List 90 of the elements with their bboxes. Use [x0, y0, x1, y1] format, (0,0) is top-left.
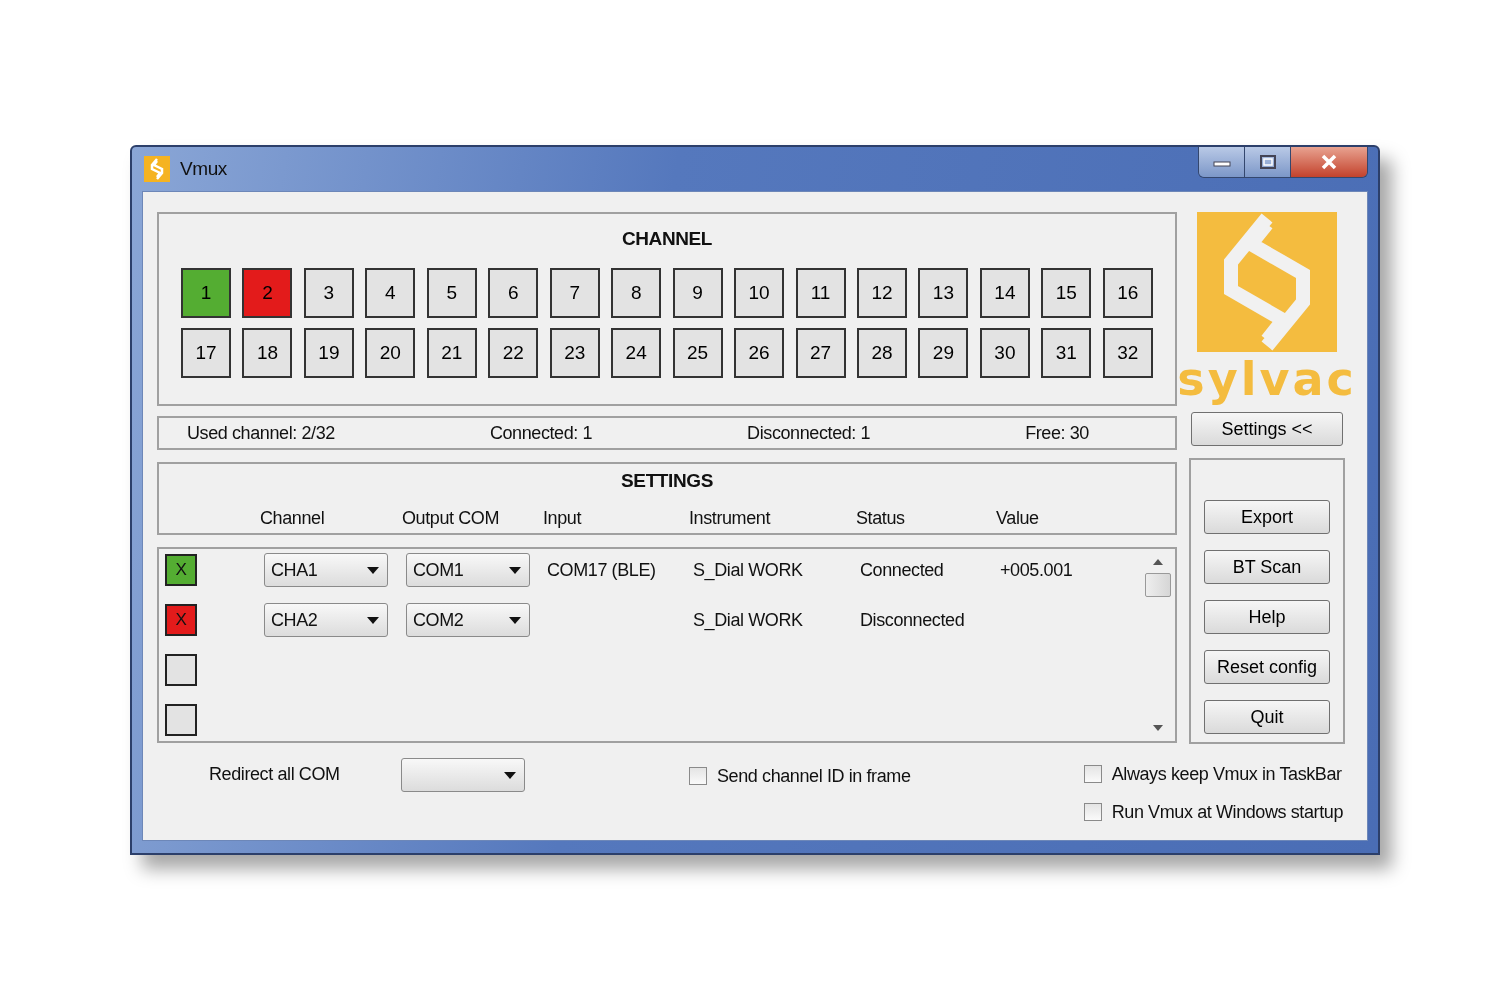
action-button[interactable]: BT Scan	[1204, 550, 1330, 584]
checkbox[interactable]	[1083, 803, 1102, 821]
maximize-icon	[1258, 154, 1277, 170]
channel-button[interactable]: 10	[734, 268, 785, 318]
channel-dropdown[interactable]: CHA2	[264, 603, 388, 637]
logo-text: sylvac	[1177, 352, 1357, 406]
redirect-dropdown[interactable]	[401, 758, 525, 792]
status-text: Connected	[860, 559, 944, 580]
caret-icon	[509, 567, 521, 574]
action-button[interactable]: Quit	[1204, 700, 1330, 734]
channel-button[interactable]: 3	[303, 268, 354, 318]
channel-button[interactable]: 15	[1041, 268, 1092, 318]
channel-button[interactable]: 11	[795, 268, 846, 318]
s-logo-icon	[1197, 212, 1337, 352]
caret-icon	[367, 567, 379, 574]
caret-icon	[367, 617, 379, 624]
close-button[interactable]	[1291, 147, 1367, 177]
channel-button[interactable]: 17	[181, 328, 231, 378]
channel-button[interactable]: 24	[611, 328, 662, 378]
option-label: Always keep Vmux in TaskBar	[1111, 763, 1342, 785]
channel-button[interactable]: 18	[242, 328, 293, 378]
summary-text: Disconnected: 1	[747, 422, 871, 444]
option-checkbox[interactable]: Run Vmux at Windows startup	[1083, 796, 1343, 828]
channel-button[interactable]: 9	[672, 268, 723, 318]
output-com-dropdown[interactable]: COM2	[406, 603, 530, 637]
channel-button[interactable]: 28	[857, 328, 907, 378]
channel-button[interactable]: 6	[488, 268, 539, 318]
column-header: Input	[543, 508, 583, 529]
column-header: Output COM	[402, 508, 501, 529]
channel-button[interactable]: 29	[918, 328, 969, 378]
channel-button[interactable]: 32	[1102, 328, 1153, 378]
channel-button[interactable]: 31	[1041, 328, 1092, 378]
channel-button[interactable]: 2	[242, 268, 293, 318]
channel-button[interactable]: 8	[611, 268, 662, 318]
channel-button[interactable]: 23	[549, 328, 600, 378]
channel-button[interactable]: 5	[426, 268, 477, 318]
app-logo-icon	[144, 156, 170, 182]
scroll-down-icon	[1153, 725, 1163, 731]
instrument-text: S_Dial WORK	[693, 559, 803, 580]
option-label: Send channel ID in frame	[717, 765, 911, 787]
checkbox[interactable]	[689, 767, 707, 785]
summary-text: Free: 30	[1025, 422, 1089, 444]
summary-text: Used channel: 2/32	[187, 422, 335, 444]
value-text: +005.001	[1000, 559, 1073, 580]
close-icon	[1320, 154, 1338, 170]
instrument-text: S_Dial WORK	[693, 609, 803, 630]
checkbox[interactable]	[1083, 765, 1102, 783]
channel-button[interactable]: 30	[979, 328, 1030, 378]
channel-button[interactable]: 27	[795, 328, 846, 378]
panel-title: CHANNEL	[620, 228, 714, 250]
scroll-thumb[interactable]	[1145, 573, 1171, 597]
settings-toggle-button[interactable]: Settings <<	[1191, 412, 1343, 446]
action-button[interactable]: Export	[1204, 500, 1330, 534]
redirect-label: Redirect all COM	[209, 764, 341, 785]
option-label: Run Vmux at Windows startup	[1111, 801, 1343, 823]
option-checkbox[interactable]: Send channel ID in frame	[689, 760, 911, 792]
channel-button[interactable]: 26	[734, 328, 785, 378]
caret-icon	[504, 772, 516, 779]
channel-button[interactable]: 21	[426, 328, 477, 378]
column-header: Value	[996, 508, 1040, 529]
summary-text: Connected: 1	[489, 422, 593, 444]
status-text: Disconnected	[860, 609, 965, 630]
channel-button[interactable]: 22	[488, 328, 539, 378]
status-indicator: X	[165, 604, 197, 636]
channel-button[interactable]: 25	[672, 328, 723, 378]
channel-button[interactable]: 12	[857, 268, 907, 318]
channel-button[interactable]: 19	[303, 328, 354, 378]
maximize-button[interactable]	[1245, 147, 1291, 177]
channel-button[interactable]: 14	[979, 268, 1030, 318]
channel-dropdown[interactable]: CHA1	[264, 553, 388, 587]
channel-button[interactable]: 4	[365, 268, 416, 318]
minimize-button[interactable]	[1199, 147, 1245, 177]
channel-button[interactable]: 1	[181, 268, 231, 318]
column-header: Status	[856, 508, 906, 529]
input-text: COM17 (BLE)	[547, 559, 656, 580]
panel-title: SETTINGS	[620, 470, 714, 492]
window-title: Vmux	[180, 158, 227, 180]
scroll-up-icon	[1153, 559, 1163, 565]
option-checkbox[interactable]: Always keep Vmux in TaskBar	[1083, 758, 1343, 790]
column-header: Channel	[260, 508, 326, 529]
channel-button[interactable]: 7	[549, 268, 600, 318]
channel-button[interactable]: 20	[365, 328, 416, 378]
status-indicator: X	[165, 554, 197, 586]
output-com-dropdown[interactable]: COM1	[406, 553, 530, 587]
column-header: Instrument	[689, 508, 772, 529]
caret-icon	[509, 617, 521, 624]
channel-button[interactable]: 16	[1102, 268, 1153, 318]
action-button[interactable]: Help	[1204, 600, 1330, 634]
channel-button[interactable]: 13	[918, 268, 969, 318]
action-button[interactable]: Reset config	[1204, 650, 1330, 684]
